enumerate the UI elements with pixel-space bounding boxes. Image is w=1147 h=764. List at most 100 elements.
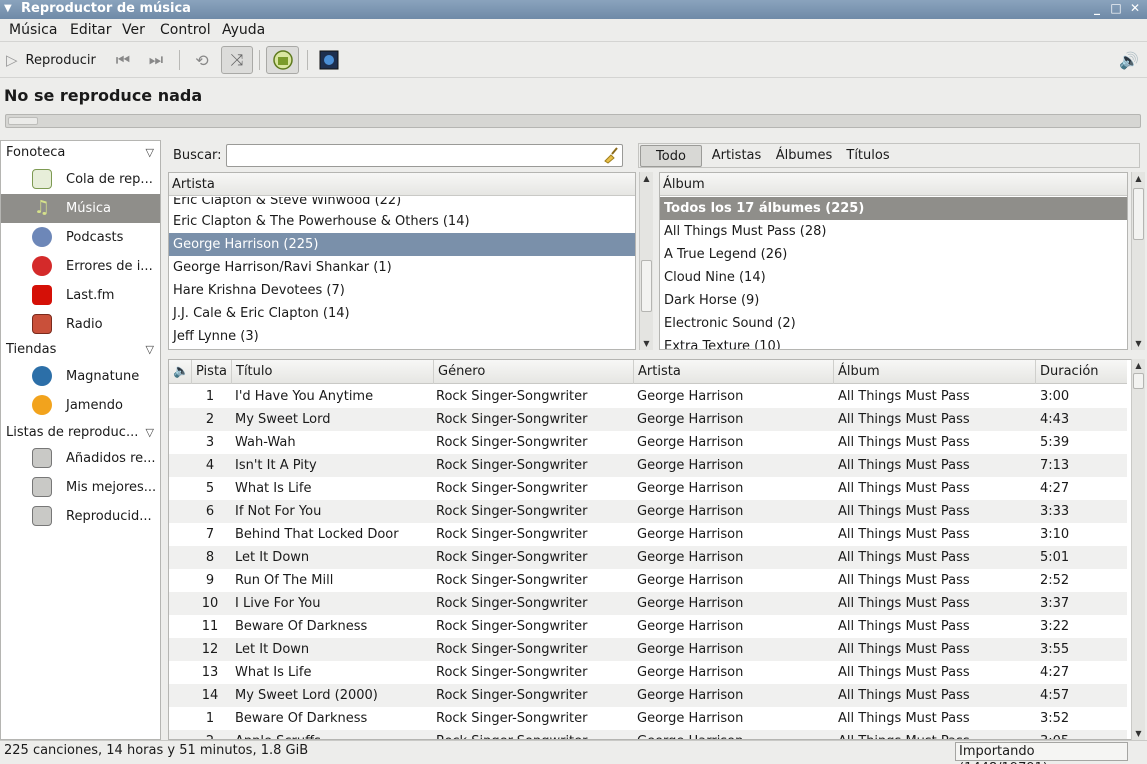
menu-control[interactable]: Control	[160, 22, 211, 38]
album-row-selected[interactable]: Todos los 17 álbumes (225)	[660, 197, 1127, 220]
scroll-down-icon[interactable]: ▼	[1132, 729, 1145, 738]
track-row[interactable]: 10 I Live For You Rock Singer-Songwriter Ge…	[169, 592, 1127, 615]
playing-column-header[interactable]: 🔈	[169, 360, 191, 384]
artist-row[interactable]: Eric Clapton & The Powerhouse & Others (…	[169, 210, 635, 233]
sidebar-item-magnatune[interactable]: Magnatune	[1, 362, 160, 391]
artist-row[interactable]: Jeff Lynne (3)	[169, 325, 635, 348]
sidebar-item-music[interactable]: ♫ Música	[1, 194, 160, 223]
album-row[interactable]: A True Legend (26)	[660, 243, 1127, 266]
chevron-down-icon[interactable]: ▽	[146, 421, 154, 445]
artist-column-header[interactable]: Artista	[169, 173, 635, 196]
album-row[interactable]: Cloud Nine (14)	[660, 266, 1127, 289]
repeat-button[interactable]: ⟲	[188, 46, 216, 74]
track-artist: George Harrison	[637, 389, 744, 404]
track-row[interactable]: 2 My Sweet Lord Rock Singer-Songwriter Geor…	[169, 408, 1127, 431]
album-column-header[interactable]: Álbum	[660, 173, 1127, 196]
album-row[interactable]: All Things Must Pass (28)	[660, 220, 1127, 243]
track-row[interactable]: 12 Let It Down Rock Singer-Songwriter Georg…	[169, 638, 1127, 661]
previous-button[interactable]: ⏮	[110, 46, 136, 74]
chevron-down-icon[interactable]: ▽	[146, 338, 154, 362]
sidebar-item-top-rated[interactable]: Mis mejores...	[1, 473, 160, 502]
track-scrollbar[interactable]: ▲ ▼	[1131, 359, 1145, 740]
sidebar-item-queue[interactable]: Cola de rep...	[1, 165, 160, 194]
column-header-duracion[interactable]: Duración	[1035, 360, 1127, 384]
scroll-up-icon[interactable]: ▲	[1132, 361, 1145, 370]
filter-albumes[interactable]: Álbumes	[773, 145, 835, 167]
column-header-album[interactable]: Álbum	[833, 360, 1035, 384]
track-row[interactable]: 14 My Sweet Lord (2000) Rock Singer-Songwr…	[169, 684, 1127, 707]
minimize-icon[interactable]: _	[1088, 1, 1106, 15]
sidebar-item-radio[interactable]: Radio	[1, 310, 160, 339]
track-row[interactable]: 1 Beware Of Darkness Rock Singer-Songwrite…	[169, 707, 1127, 730]
filter-titulos[interactable]: Títulos	[844, 145, 892, 167]
volume-icon: 🔊	[1119, 50, 1139, 70]
column-header-artista[interactable]: Artista	[633, 360, 833, 384]
track-artist: George Harrison	[637, 412, 744, 427]
sidebar-item-import-errors[interactable]: Errores de i...	[1, 252, 160, 281]
scroll-up-icon[interactable]: ▲	[1132, 174, 1145, 183]
track-row[interactable]: 4 Isn't It A Pity Rock Singer-Songwriter Ge…	[169, 454, 1127, 477]
track-row[interactable]: 1 I'd Have You Anytime Rock Singer-Songwri…	[169, 385, 1127, 408]
slider-handle[interactable]	[8, 117, 38, 125]
album-row[interactable]: Electronic Sound (2)	[660, 312, 1127, 335]
track-row[interactable]: 8 Let It Down Rock Singer-Songwriter George…	[169, 546, 1127, 569]
scroll-up-icon[interactable]: ▲	[640, 174, 653, 183]
sidebar-item-recently-added[interactable]: Añadidos re...	[1, 444, 160, 473]
section-header-playlists[interactable]: Listas de reproduc... ▽	[1, 421, 160, 445]
section-header-tiendas[interactable]: Tiendas ▽	[1, 338, 160, 362]
artist-row[interactable]: Hare Krishna Devotees (7)	[169, 279, 635, 302]
filter-todo[interactable]: Todo	[640, 145, 702, 167]
album-row[interactable]: Extra Texture (10)	[660, 335, 1127, 349]
shuffle-button[interactable]: ⤨	[221, 46, 253, 74]
scrollbar-thumb[interactable]	[641, 260, 652, 312]
search-input[interactable]	[226, 144, 623, 167]
position-slider[interactable]	[5, 114, 1141, 128]
track-row[interactable]: 9 Run Of The Mill Rock Singer-Songwriter Ge…	[169, 569, 1127, 592]
column-header-titulo[interactable]: Título	[231, 360, 433, 384]
scroll-down-icon[interactable]: ▼	[640, 339, 653, 348]
menu-ayuda[interactable]: Ayuda	[222, 22, 265, 38]
close-icon[interactable]: ✕	[1126, 1, 1144, 15]
artist-row[interactable]: J.J. Cale & Eric Clapton (14)	[169, 302, 635, 325]
sidebar-item-label: Jamendo	[66, 398, 123, 413]
browse-button[interactable]	[266, 46, 299, 74]
artist-row-selected[interactable]: George Harrison (225)	[169, 233, 635, 256]
menu-ver[interactable]: Ver	[122, 22, 145, 38]
next-button[interactable]: ⏭	[143, 46, 169, 74]
artist-scrollbar[interactable]: ▲ ▼	[639, 172, 653, 350]
track-row[interactable]: 11 Beware Of Darkness Rock Singer-Songwrit…	[169, 615, 1127, 638]
visualization-button[interactable]	[316, 46, 342, 74]
track-genre: Rock Singer-Songwriter	[436, 412, 588, 427]
track-row[interactable]: 7 Behind That Locked Door Rock Singer-Song…	[169, 523, 1127, 546]
column-header-pista[interactable]: Pista	[191, 360, 231, 384]
section-header-fonoteca[interactable]: Fonoteca ▽	[1, 141, 160, 165]
track-title: What Is Life	[235, 481, 312, 496]
maximize-icon[interactable]: □	[1107, 1, 1125, 15]
album-scrollbar[interactable]: ▲ ▼	[1131, 172, 1145, 350]
volume-button[interactable]: 🔊	[1116, 46, 1142, 74]
clear-search-icon[interactable]	[602, 146, 620, 164]
track-row[interactable]: 2 Apple Scruffs Rock Singer-Songwriter Geor…	[169, 730, 1127, 739]
track-row[interactable]: 6 If Not For You Rock Singer-Songwriter Geo…	[169, 500, 1127, 523]
sidebar-item-label: Magnatune	[66, 369, 140, 384]
chevron-down-icon[interactable]: ▽	[146, 141, 154, 165]
column-header-genero[interactable]: Género	[433, 360, 633, 384]
sidebar-item-jamendo[interactable]: Jamendo	[1, 391, 160, 420]
play-button[interactable]: ▷ Reproducir	[6, 46, 106, 74]
track-row[interactable]: 5 What Is Life Rock Singer-Songwriter Georg…	[169, 477, 1127, 500]
window-menu-icon[interactable]: ▼	[4, 3, 12, 14]
scrollbar-thumb[interactable]	[1133, 188, 1144, 240]
menu-editar[interactable]: Editar	[70, 22, 111, 38]
track-row[interactable]: 13 What Is Life Rock Singer-Songwriter Geor…	[169, 661, 1127, 684]
track-row[interactable]: 3 Wah-Wah Rock Singer-Songwriter George Har…	[169, 431, 1127, 454]
track-number: 10	[201, 596, 219, 611]
menu-musica[interactable]: Música	[9, 22, 57, 38]
album-row[interactable]: Dark Horse (9)	[660, 289, 1127, 312]
scroll-down-icon[interactable]: ▼	[1132, 339, 1145, 348]
sidebar-item-recently-played[interactable]: Reproducid...	[1, 502, 160, 531]
scrollbar-thumb[interactable]	[1133, 373, 1144, 389]
sidebar-item-podcasts[interactable]: Podcasts	[1, 223, 160, 252]
sidebar-item-lastfm[interactable]: Last.fm	[1, 281, 160, 310]
filter-artistas[interactable]: Artistas	[709, 145, 764, 167]
artist-row[interactable]: George Harrison/Ravi Shankar (1)	[169, 256, 635, 279]
